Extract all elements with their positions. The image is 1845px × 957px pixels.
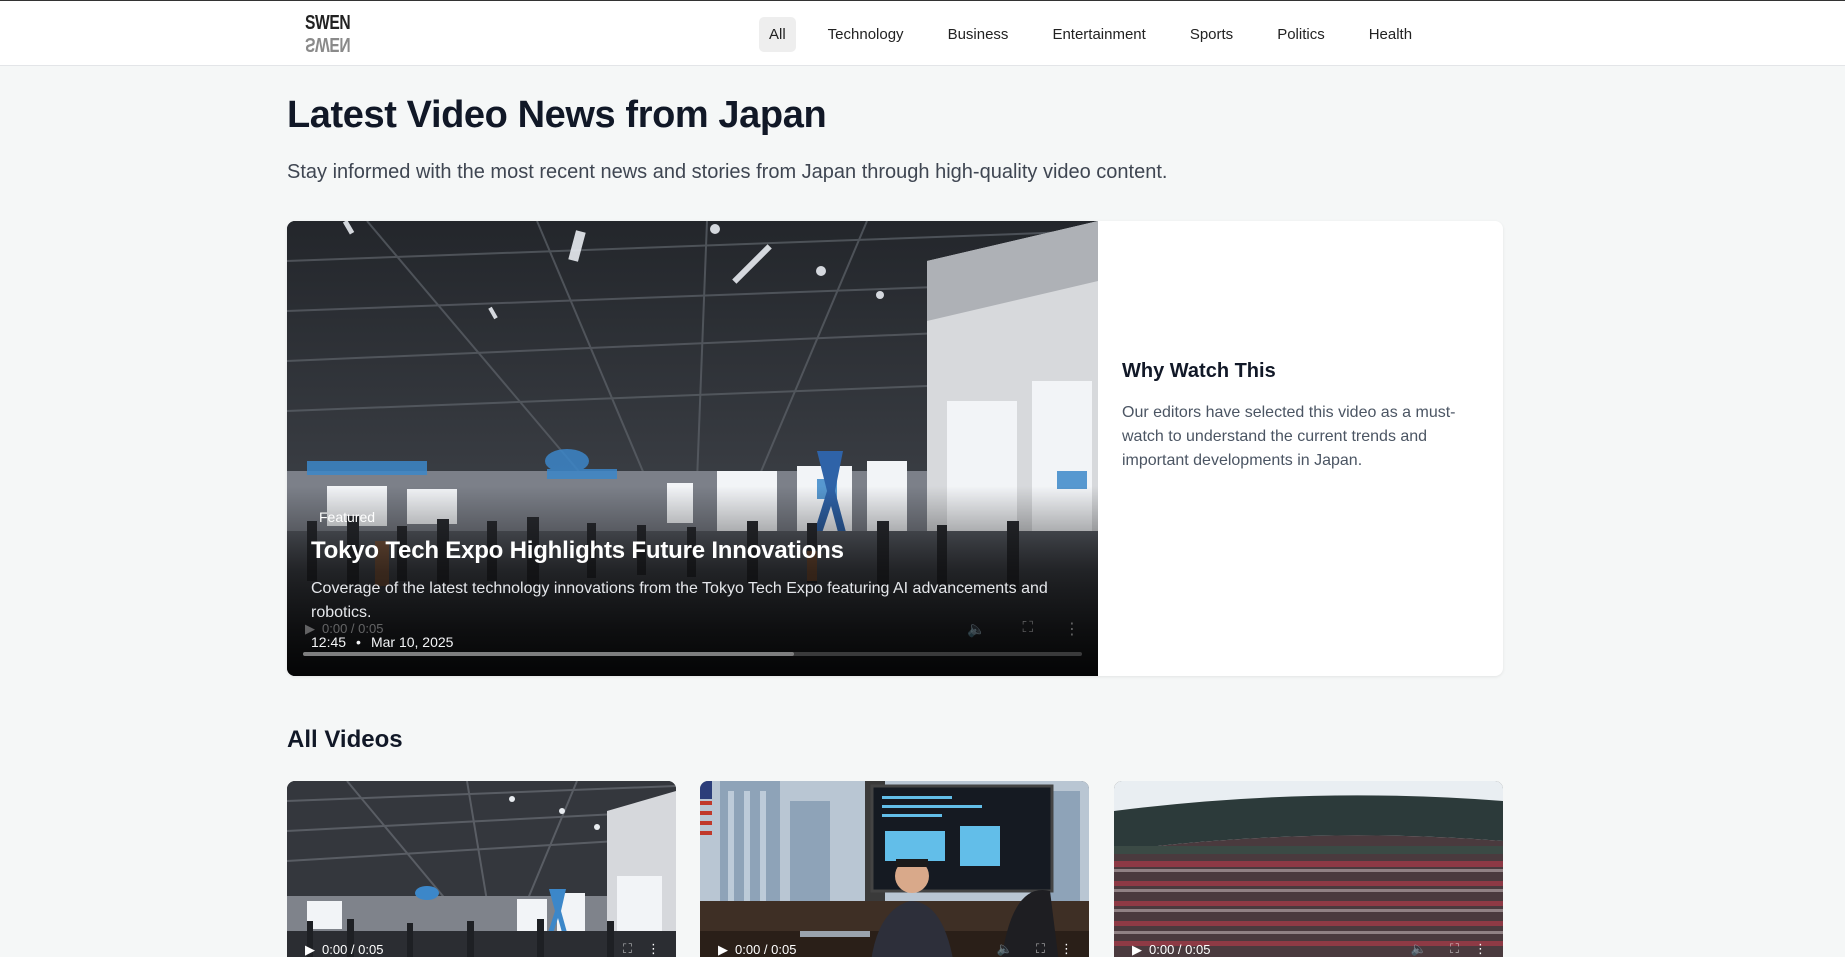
card-player-controls: ▶ 0:00 / 0:05 ⛶ ⋮	[301, 941, 662, 957]
video-thumbnail	[287, 781, 676, 957]
player-time: 0:00 / 0:05	[735, 942, 797, 957]
fullscreen-icon[interactable]: ⛶	[623, 941, 632, 957]
nav-item-health[interactable]: Health	[1349, 17, 1432, 52]
featured-video-player[interactable]: Featured Tokyo Tech Expo Highlights Futu…	[287, 221, 1098, 676]
why-watch-text: Our editors have selected this video as …	[1122, 404, 1456, 469]
logo-text: SWEN	[305, 12, 351, 34]
player-time: 0:00 / 0:05	[322, 942, 384, 957]
video-date: Mar 10, 2025	[370, 634, 454, 650]
page-subtitle: Stay informed with the most recent news …	[287, 161, 1168, 183]
player-progress-fill	[303, 652, 794, 656]
more-vertical-icon[interactable]: ⋮	[1474, 941, 1487, 957]
featured-description: Coverage of the latest technology innova…	[311, 580, 1048, 621]
more-vertical-icon[interactable]: ⋮	[1064, 619, 1080, 639]
video-thumbnail	[700, 781, 1089, 957]
video-card-business[interactable]: ▶ 0:00 / 0:05 🔈 ⛶ ⋮	[700, 781, 1089, 957]
why-watch-title: Why Watch This	[1122, 360, 1276, 382]
why-watch-panel: Why Watch This Our editors have selected…	[1122, 360, 1482, 473]
play-icon[interactable]: ▶	[305, 942, 315, 957]
top-navigation-bar: SWEN SWEN All Technology Business Entert…	[0, 0, 1845, 66]
featured-video-card: Featured Tokyo Tech Expo Highlights Futu…	[287, 221, 1503, 676]
volume-icon[interactable]: 🔈	[1411, 941, 1427, 957]
card-player-controls: ▶ 0:00 / 0:05 🔈 ⛶ ⋮	[1128, 941, 1489, 957]
nav-item-technology[interactable]: Technology	[808, 17, 924, 52]
category-nav: All Technology Business Entertainment Sp…	[759, 16, 1432, 52]
video-thumbnail	[1114, 781, 1503, 957]
nav-item-all[interactable]: All	[759, 16, 796, 52]
site-logo[interactable]: SWEN SWEN	[305, 13, 351, 57]
nav-item-business[interactable]: Business	[928, 17, 1029, 52]
more-vertical-icon[interactable]: ⋮	[647, 941, 660, 957]
volume-icon[interactable]: 🔈	[967, 620, 986, 638]
nav-item-sports[interactable]: Sports	[1170, 17, 1253, 52]
play-icon[interactable]: ▶	[1132, 942, 1142, 957]
volume-icon[interactable]: 🔈	[997, 941, 1013, 957]
video-card-stadium[interactable]: ▶ 0:00 / 0:05 🔈 ⛶ ⋮	[1114, 781, 1503, 957]
video-card-tech-expo[interactable]: ▶ 0:00 / 0:05 ⛶ ⋮	[287, 781, 676, 957]
video-duration: 12:45	[311, 634, 347, 650]
meta-separator: •	[356, 634, 361, 650]
nav-item-entertainment[interactable]: Entertainment	[1032, 17, 1165, 52]
fullscreen-icon[interactable]: ⛶	[1022, 619, 1033, 636]
featured-badge: Featured	[319, 509, 376, 525]
card-player-controls: ▶ 0:00 / 0:05 🔈 ⛶ ⋮	[714, 941, 1075, 957]
more-vertical-icon[interactable]: ⋮	[1060, 941, 1073, 957]
featured-title[interactable]: Tokyo Tech Expo Highlights Future Innova…	[311, 537, 844, 565]
all-videos-title: All Videos	[287, 726, 403, 753]
fullscreen-icon[interactable]: ⛶	[1450, 941, 1459, 957]
nav-item-politics[interactable]: Politics	[1257, 17, 1345, 52]
fullscreen-icon[interactable]: ⛶	[1036, 941, 1045, 957]
player-progress-bar[interactable]	[303, 652, 1082, 656]
page-title: Latest Video News from Japan	[287, 94, 827, 136]
play-icon[interactable]: ▶	[718, 942, 728, 957]
featured-meta: 12:45 • Mar 10, 2025	[311, 634, 453, 650]
player-time: 0:00 / 0:05	[1149, 942, 1211, 957]
logo-reflection: SWEN	[305, 33, 351, 55]
